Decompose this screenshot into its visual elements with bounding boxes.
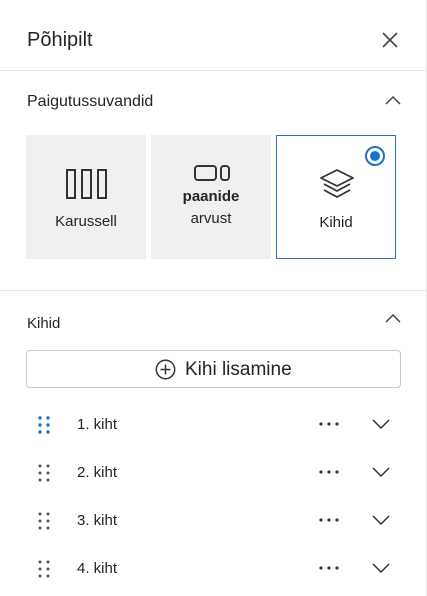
layers-icon: [320, 169, 354, 198]
more-options-icon[interactable]: [318, 511, 340, 529]
add-layer-label: Kihi lisamine: [185, 359, 292, 380]
drag-handle-icon[interactable]: [36, 511, 52, 531]
layer-row-2[interactable]: 2. kiht: [0, 455, 426, 495]
selected-radio-indicator: [365, 146, 385, 166]
more-options-icon[interactable]: [318, 415, 340, 433]
panel-header: Põhipilt: [0, 0, 426, 71]
layout-option-layers[interactable]: Kihid: [276, 135, 396, 259]
layout-option-tiles-label-line1: paanide: [182, 188, 240, 205]
layer-label: 3. kiht: [77, 512, 118, 529]
chevron-up-icon: [385, 313, 401, 323]
chevron-down-icon[interactable]: [372, 514, 390, 526]
layout-options-section: Paigutussuvandid Karussell paanide arvus…: [0, 71, 426, 291]
collapse-layers-button[interactable]: [385, 311, 401, 323]
collapse-layout-button[interactable]: [385, 93, 401, 105]
layers-section: Kihid Kihi lisamine 1. kiht 2. kiht 3. k…: [0, 291, 426, 596]
more-options-icon[interactable]: [318, 559, 340, 577]
chevron-up-icon: [385, 95, 401, 105]
add-circle-icon: [155, 359, 176, 380]
layer-row-3[interactable]: 3. kiht: [0, 503, 426, 543]
drag-handle-icon[interactable]: [36, 463, 52, 483]
chevron-down-icon[interactable]: [372, 562, 390, 574]
panel-title: Põhipilt: [27, 29, 93, 51]
chevron-down-icon[interactable]: [372, 418, 390, 430]
layout-option-tiles[interactable]: paanide arvust: [151, 135, 271, 259]
tiles-icon: [194, 165, 230, 181]
layer-row-1[interactable]: 1. kiht: [0, 407, 426, 447]
layer-label: 1. kiht: [77, 416, 118, 433]
carousel-icon: [66, 169, 107, 199]
layout-option-layers-label: Kihid: [319, 214, 353, 231]
close-button[interactable]: [380, 30, 400, 50]
more-options-icon[interactable]: [318, 463, 340, 481]
layer-label: 4. kiht: [77, 560, 118, 577]
layout-option-carousel[interactable]: Karussell: [26, 135, 146, 259]
layout-option-carousel-label: Karussell: [55, 213, 117, 230]
add-layer-button[interactable]: Kihi lisamine: [26, 350, 401, 388]
layer-label: 2. kiht: [77, 464, 118, 481]
layer-row-4[interactable]: 4. kiht: [0, 551, 426, 591]
drag-handle-icon[interactable]: [36, 559, 52, 579]
layers-section-title: Kihid: [27, 315, 61, 332]
layout-option-tiles-label-line2: arvust: [190, 210, 232, 227]
chevron-down-icon[interactable]: [372, 466, 390, 478]
property-panel: Põhipilt Paigutussuvandid Karussell paan…: [0, 0, 427, 596]
drag-handle-icon[interactable]: [36, 415, 52, 435]
layout-options-title: Paigutussuvandid: [27, 93, 154, 110]
close-icon: [382, 32, 398, 48]
